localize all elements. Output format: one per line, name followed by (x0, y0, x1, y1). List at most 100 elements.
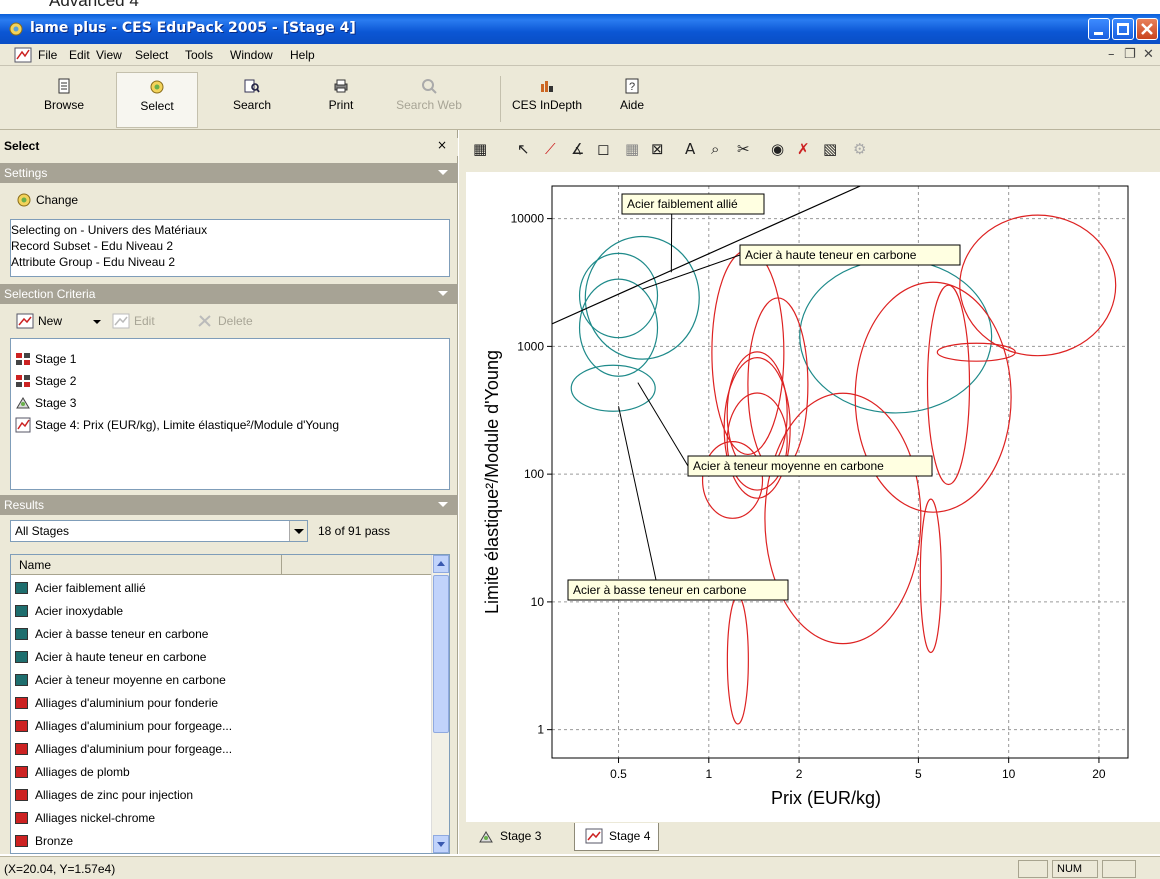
annotation-label: Acier à basse teneur en carbone (573, 583, 747, 597)
list-item[interactable]: Alliages d'aluminium pour fonderie (15, 692, 427, 714)
list-item[interactable]: Alliages d'aluminium pour forgeage... (15, 715, 427, 737)
close-button[interactable] (1136, 18, 1158, 40)
zoom-icon[interactable]: ⌕ (711, 140, 719, 158)
stage-filter-select[interactable]: All Stages (10, 520, 308, 542)
tab-stage-3-label: Stage 3 (500, 829, 542, 843)
mdi-restore-icon[interactable]: ❐ (1124, 47, 1136, 62)
material-bubble-failed[interactable] (701, 441, 764, 519)
change-link[interactable]: Change (36, 193, 78, 207)
list-item[interactable]: Acier à haute teneur en carbone (15, 646, 427, 668)
search-button[interactable]: Search (222, 72, 282, 128)
menu-edit[interactable]: Edit (69, 48, 90, 62)
browse-button[interactable]: Browse (36, 72, 92, 128)
material-bubble-failed[interactable] (936, 342, 1016, 362)
select-panel: Select × Settings Change Selecting on - … (0, 130, 458, 854)
label-tool-icon[interactable]: A (685, 140, 695, 158)
edit-criteria-button[interactable]: Edit (134, 314, 155, 328)
zoom-reset-icon[interactable]: ✂ (737, 140, 750, 158)
criteria-item-label: Stage 1 (35, 352, 77, 366)
criteria-item[interactable]: Stage 4: Prix (EUR/kg), Limite élastique… (15, 415, 445, 435)
angle-tool-icon[interactable]: ∡ (571, 140, 584, 158)
criteria-item-label: Stage 2 (35, 374, 77, 388)
hide-failed-icon[interactable]: ✗ (797, 140, 810, 158)
tab-stage-4[interactable]: Stage 4 (574, 823, 660, 851)
mdi-close-icon[interactable]: ✕ (1143, 47, 1154, 62)
x-tick-label: 5 (915, 767, 922, 781)
material-bubble-failed[interactable] (919, 498, 942, 654)
menu-window[interactable]: Window (230, 48, 273, 62)
mdi-minimize-icon[interactable]: – (1108, 47, 1115, 62)
material-bubble-failed[interactable] (926, 284, 971, 486)
menu-tools[interactable]: Tools (185, 48, 213, 62)
scroll-up-button[interactable] (433, 555, 449, 573)
material-bubble-selected[interactable] (799, 259, 993, 414)
list-item[interactable]: Acier inoxydable (15, 600, 427, 622)
new-dropdown-arrow-icon[interactable] (93, 320, 101, 324)
material-bubble-selected[interactable] (584, 235, 700, 360)
criteria-list: Stage 1 Stage 2 Stage 3 Stage 4: Prix (E… (10, 338, 450, 490)
material-bubble-failed[interactable] (711, 249, 785, 456)
chart-toolbar: ▦ ↖ ⟋ ∡ ◻ ▦ ⊠ A ⌕ ✂ ◉ ✗ ▧ ⚙ (459, 130, 1160, 170)
new-criteria-icon (16, 313, 34, 329)
delete-criteria-button[interactable]: Delete (218, 314, 253, 328)
menu-file[interactable]: File (38, 48, 57, 62)
envelope-icon[interactable]: ▧ (823, 140, 837, 158)
delete-box-icon[interactable]: ⊠ (651, 140, 664, 158)
list-item[interactable]: Alliages d'aluminium pour forgeage... (15, 738, 427, 760)
list-item[interactable]: Bronze (15, 830, 427, 852)
menu-view[interactable]: View (96, 48, 122, 62)
select-icon (150, 80, 164, 94)
material-bubble-failed[interactable] (959, 214, 1117, 357)
grid-tool-icon[interactable]: ▦ (625, 140, 639, 158)
search-web-button[interactable]: Search Web (396, 72, 462, 128)
list-item[interactable]: Alliages nickel-chrome (15, 807, 427, 829)
pointer-icon[interactable]: ↖ (517, 140, 530, 158)
property-chart[interactable]: Acier faiblement allié Acier à haute tene… (466, 172, 1160, 822)
box-tool-icon[interactable]: ◻ (597, 140, 609, 158)
tab-stage-4-label: Stage 4 (609, 829, 651, 843)
dropdown-button[interactable] (289, 521, 307, 541)
minimize-button[interactable] (1088, 18, 1110, 40)
x-tick-label: 20 (1092, 767, 1106, 781)
material-bubble-failed[interactable] (726, 595, 749, 725)
maximize-icon (1117, 23, 1129, 35)
column-name-header[interactable]: Name (19, 558, 51, 572)
criteria-item[interactable]: Stage 3 (15, 393, 435, 413)
list-item[interactable]: Acier à teneur moyenne en carbone (15, 669, 427, 691)
line-tool-icon[interactable]: ⟋ (545, 140, 556, 158)
column-divider[interactable] (281, 555, 282, 575)
criteria-item[interactable]: Stage 2 (15, 371, 435, 391)
aide-button[interactable]: ? Aide (612, 72, 652, 128)
scroll-thumb[interactable] (433, 575, 449, 733)
new-criteria-button[interactable]: New (38, 314, 62, 328)
material-bubble-failed[interactable] (723, 357, 791, 499)
material-bubble-failed[interactable] (764, 392, 922, 645)
chart-icon[interactable]: ▦ (473, 140, 487, 158)
list-item-label: Alliages d'aluminium pour forgeage... (35, 742, 233, 756)
scroll-down-button[interactable] (433, 835, 449, 853)
selection-criteria-header[interactable]: Selection Criteria (0, 284, 458, 304)
material-bubble-selected[interactable] (570, 364, 656, 412)
close-panel-icon[interactable]: × (437, 138, 447, 152)
criteria-item[interactable]: Stage 1 (15, 349, 435, 369)
tab-stage-3[interactable]: Stage 3 (466, 823, 549, 851)
x-tick-label: 10 (1002, 767, 1016, 781)
results-scrollbar[interactable] (431, 555, 449, 853)
maximize-button[interactable] (1112, 18, 1134, 40)
options-icon[interactable]: ⚙ (853, 140, 866, 158)
show-selected-icon[interactable]: ◉ (771, 140, 784, 158)
list-item[interactable]: Alliages de zinc pour injection (15, 784, 427, 806)
print-button[interactable]: Print (316, 72, 366, 128)
list-item[interactable]: Acier à basse teneur en carbone (15, 623, 427, 645)
list-item[interactable]: Alliages de plomb (15, 761, 427, 783)
list-item[interactable]: Acier faiblement allié (15, 577, 427, 599)
stage-chart-icon (15, 417, 31, 433)
minimize-icon (1094, 32, 1103, 35)
menu-select[interactable]: Select (135, 48, 168, 62)
select-button[interactable]: Select (116, 72, 198, 128)
menu-help[interactable]: Help (290, 48, 315, 62)
status-cell (1102, 860, 1136, 878)
results-header[interactable]: Results (0, 495, 458, 515)
settings-header[interactable]: Settings (0, 163, 458, 183)
ces-indepth-button[interactable]: CES InDepth (504, 72, 590, 128)
